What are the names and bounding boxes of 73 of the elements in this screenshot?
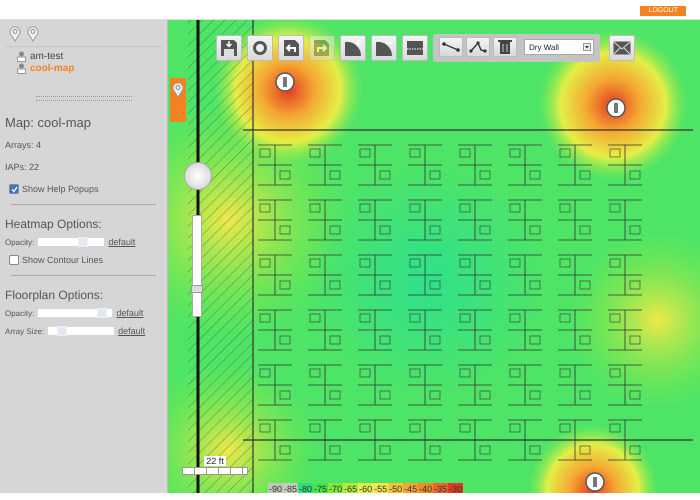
line-button[interactable] — [439, 37, 463, 57]
dropdown-arrow-icon — [583, 43, 591, 51]
section-title: Floorplan Options: — [5, 288, 104, 302]
signal-legend-value: -70 — [328, 483, 344, 493]
arrays-count: Arrays: 4 — [5, 140, 42, 150]
default-link[interactable]: default — [116, 308, 144, 318]
trash-button[interactable] — [493, 37, 517, 57]
remove-access-point-icon — [375, 39, 393, 57]
slider-track[interactable] — [48, 327, 114, 335]
iaps-count: IAPs: 22 — [5, 162, 40, 172]
save-icon — [220, 39, 238, 57]
polyline-button[interactable] — [466, 37, 490, 57]
map-name: am-test — [30, 51, 64, 62]
checkbox[interactable] — [9, 184, 19, 194]
checkbox[interactable] — [9, 255, 19, 265]
checkbox-label: Show Contour Lines — [22, 255, 104, 265]
add-access-point-icon — [344, 39, 362, 57]
slider-track[interactable] — [38, 309, 112, 317]
zoom-slider[interactable] — [192, 215, 202, 317]
signal-legend-value: -90 — [268, 483, 284, 493]
resize-grip[interactable] — [36, 96, 132, 101]
access-point-icon[interactable] — [606, 98, 626, 118]
signal-legend-value: -40 — [418, 483, 434, 493]
signal-legend-value: -50 — [388, 483, 404, 493]
slider-label: Opacity: — [5, 308, 34, 318]
signal-legend-value: -60 — [358, 483, 374, 493]
checkbox-label: Show Help Popups — [22, 184, 99, 194]
slider-thumb[interactable] — [78, 237, 88, 247]
scale-label: 22 ft — [204, 456, 226, 466]
scale-bar — [182, 467, 248, 475]
undo-button[interactable] — [278, 35, 304, 61]
map-name: cool-map — [30, 63, 74, 74]
save-button[interactable] — [216, 35, 242, 61]
slider-label: Opacity: — [5, 238, 34, 246]
email-button[interactable] — [609, 35, 635, 61]
slider-thumb[interactable] — [56, 326, 67, 336]
settings-button[interactable] — [247, 35, 273, 61]
signal-legend-value: -30 — [448, 483, 464, 493]
map-icon — [17, 63, 26, 74]
access-point-icon[interactable] — [585, 472, 605, 492]
trash-icon — [498, 39, 512, 55]
signal-legend-value: -65 — [343, 483, 358, 493]
envelope-icon — [613, 41, 631, 55]
signal-legend-value: -45 — [403, 483, 418, 493]
redo-icon — [313, 39, 331, 57]
default-link[interactable]: default — [118, 326, 146, 336]
signal-legend-value: -55 — [373, 483, 388, 493]
map-pin-icon[interactable] — [27, 26, 39, 42]
signal-legend-value: -35 — [433, 483, 448, 493]
wall-button[interactable] — [402, 35, 428, 61]
signal-legend-value: -80 — [298, 483, 314, 493]
signal-legend-value: -85 — [283, 483, 298, 493]
map-title: Map: cool-map — [5, 115, 92, 130]
default-link[interactable]: default — [108, 237, 136, 247]
line-tool-icon — [442, 41, 460, 53]
map-pin-icon[interactable] — [172, 82, 184, 98]
zoom-thumb[interactable] — [191, 285, 203, 293]
material-dropdown[interactable]: Dry Wall — [524, 39, 594, 55]
wall-icon — [406, 39, 424, 57]
signal-legend-value: -75 — [313, 483, 328, 493]
slider-label: Array Size: — [5, 326, 44, 336]
polyline-tool-icon — [469, 41, 487, 53]
undo-icon — [282, 39, 300, 57]
map-tree-item[interactable]: am-test — [17, 51, 162, 62]
slider-track[interactable] — [38, 238, 104, 246]
map-pin-icon[interactable] — [9, 26, 21, 42]
access-point-icon[interactable] — [275, 72, 295, 92]
remove-ap-button[interactable] — [371, 35, 397, 61]
map-icon — [17, 51, 26, 62]
section-title: Heatmap Options: — [5, 217, 103, 231]
add-ap-button[interactable] — [340, 35, 366, 61]
slider-thumb[interactable] — [97, 308, 108, 318]
side-tab[interactable] — [170, 78, 186, 122]
